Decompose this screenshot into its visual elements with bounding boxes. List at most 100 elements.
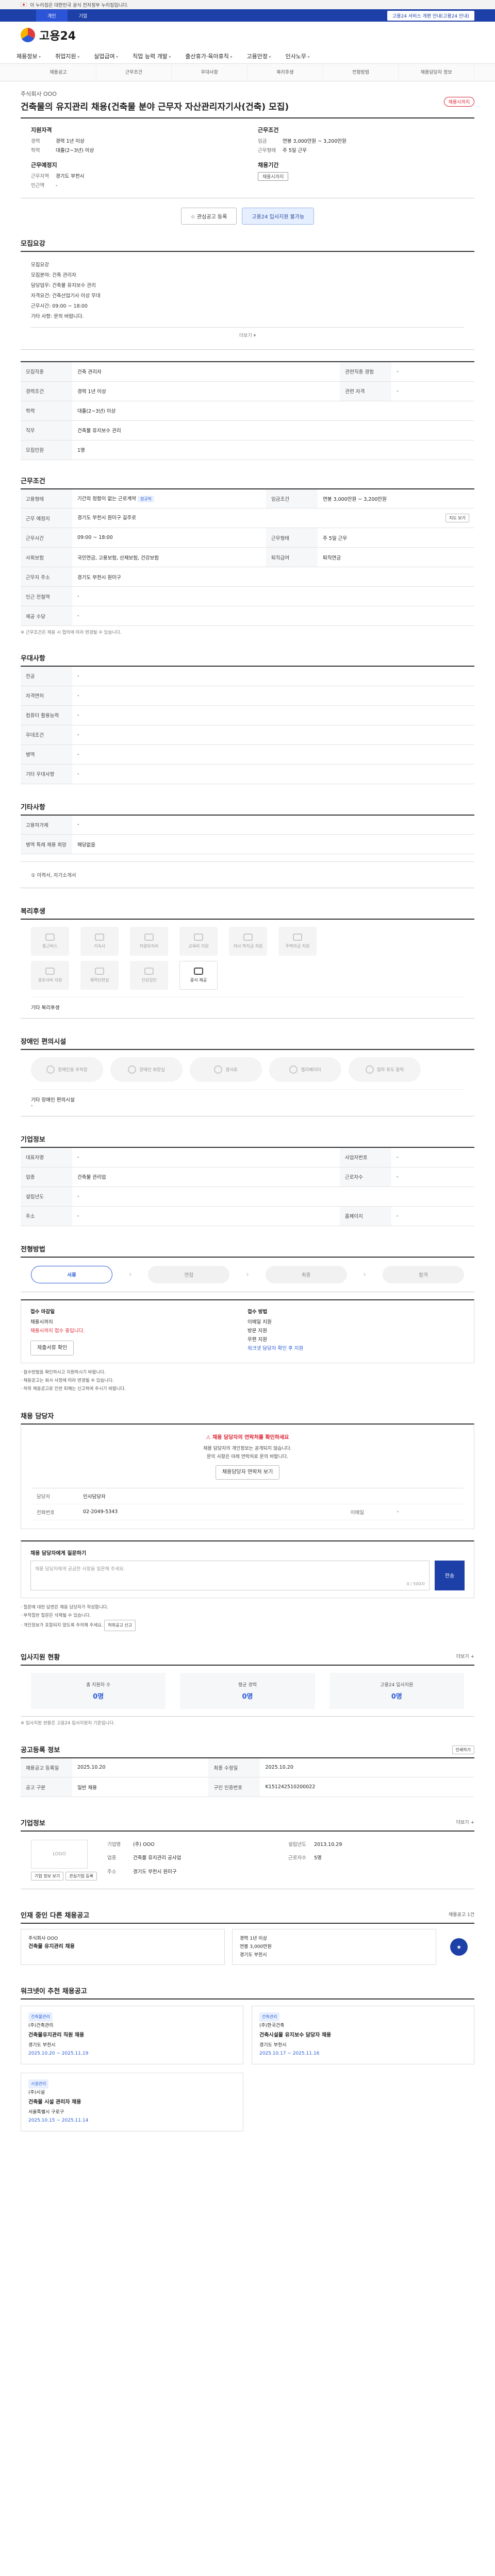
table-cell: - — [72, 815, 474, 835]
table-header-cell: 우대조건 — [21, 725, 72, 745]
job-card-company: 주식회사 OOO — [28, 1936, 58, 1941]
nav-item[interactable]: 취업지원 — [55, 52, 79, 60]
table-cell-text: 기간의 정함이 없는 근로계약 — [77, 496, 136, 502]
more-link[interactable]: 더보기 + — [456, 1653, 474, 1659]
table-row: 제공 수당 - — [21, 606, 474, 626]
table-cell: - — [72, 586, 474, 606]
more-link[interactable]: 더보기 + — [456, 1819, 474, 1825]
anchor-tab[interactable]: 채용공고 — [21, 64, 96, 81]
bullet-item: · 채용공고는 회사 사정에 따라 변경될 수 있습니다. — [21, 1378, 114, 1383]
company-follow-button[interactable]: 관심기업 등록 — [65, 1872, 97, 1880]
welfare-item: 주택자금 지원 — [278, 927, 317, 956]
map-button[interactable]: 지도 보기 — [446, 514, 469, 522]
expand-toggle[interactable]: 더보기 ▾ — [31, 327, 464, 341]
section-title: 기타사항 — [21, 803, 45, 811]
tab-company[interactable]: 기업 — [79, 12, 88, 19]
section-title: 공고등록 정보 — [21, 1746, 60, 1754]
work-table: 고용형태 기간의 정함이 없는 근로계약 정규직 임금조건 연봉 3,000만원 ~ 3… — [21, 488, 474, 626]
inquiry-bullets: · 질문에 대한 답변은 채용 담당자가 작성합니다. · 부적절한 질문은 삭… — [21, 1603, 474, 1631]
table-cell: - — [72, 764, 474, 784]
job-title: 건축물의 유지관리 채용(건축물 분야 근무자 자산관리자기사(건축) 모집) — [21, 102, 289, 112]
table-cell: 인사담당자 — [78, 1488, 345, 1504]
card-tag: 건축물관리 — [28, 2012, 53, 2022]
bullet-item: · 부적절한 질문은 삭제될 수 있습니다. — [21, 1613, 91, 1618]
job-card[interactable]: 주식회사 OOO 건축물 유지관리 채용 — [21, 1929, 225, 1965]
table-header-cell: 대표자명 — [21, 1147, 72, 1167]
send-button[interactable]: 전송 — [435, 1560, 465, 1590]
company-info-button[interactable]: 기업 정보 보기 — [31, 1872, 64, 1880]
education-icon — [194, 934, 203, 941]
goyong24-logo-icon[interactable] — [21, 28, 35, 42]
action-buttons: ☆ 관심공고 등록 고용24 입사지원 불가능 — [21, 208, 474, 225]
table-cell: - — [72, 1147, 340, 1167]
star-icon[interactable]: ★ — [450, 1938, 468, 1956]
apply-info-box: 접수 마감일 채용시까지 채용시까지 접수 중입니다. 제출서류 확인 접수 방… — [21, 1299, 474, 1363]
service-notice[interactable]: 고용24 서비스 개편 안내(고용24 안내) — [387, 11, 474, 21]
table-cell: 경력 1년 이상 — [72, 381, 340, 401]
disabled-label: 엘리베이터 — [301, 1067, 321, 1073]
logo-text[interactable]: 고용24 — [39, 27, 76, 43]
nav-item[interactable]: 출산휴가·육아휴직 — [185, 52, 232, 60]
anchor-tab[interactable]: 채용담당자 정보 — [399, 64, 475, 81]
co-value: 경기도 부천시 원미구 — [133, 1869, 177, 1875]
anchor-tab[interactable]: 근무조건 — [96, 64, 172, 81]
apply-method-link[interactable]: 워크넷 담당자 확인 후 지원 — [248, 1344, 465, 1353]
recruit-table-section: 모집직종 건축 관리자 관련직종 경험 - 경력조건 경력 1년 이상 관련 자격 - 학력… — [21, 361, 474, 460]
anchor-tab[interactable]: 복리후생 — [248, 64, 323, 81]
apply-button[interactable]: 고용24 입사지원 불가능 — [242, 208, 315, 225]
company-name[interactable]: 주식회사 OOO — [21, 90, 474, 98]
recruit-line: 담당업무: 건축물 유지보수 관리 — [31, 283, 96, 289]
job-card-row: 경력 1년 이상 — [240, 1936, 267, 1941]
manager-table: 담당자 인사담당자 전화번호 02-2049-5343 이메일 - — [31, 1487, 464, 1520]
save-interest-button[interactable]: ☆ 관심공고 등록 — [180, 208, 237, 225]
nav-item[interactable]: 고용안정 — [246, 52, 271, 60]
table-header-cell: 모집인원 — [21, 440, 72, 460]
welfare-label: 중식 제공 — [190, 978, 207, 982]
welfare-label: 차량유지비 — [139, 944, 159, 948]
kv-key: 인근역 — [31, 183, 45, 189]
co-key: 주소 — [107, 1869, 117, 1875]
manager-section: 채용 담당자 ⚠ 채용 담당자의 연락처를 확인하세요 채용 담당자의 개인정보… — [21, 1411, 474, 1529]
job-card-title: 건축물 유지관리 채용 — [28, 1944, 75, 1950]
stats-box: 총 지원자 수 0명 평균 경력 0명 고용24 입사지원 0명 — [21, 1664, 474, 1717]
stat-label: 총 지원자 수 — [86, 1682, 111, 1688]
anchor-tab[interactable]: 우대사항 — [172, 64, 248, 81]
apply-method-col: 접수 방법 이메일 지원 방문 지원 우편 지원 워크넷 담당자 확인 후 지원 — [248, 1308, 465, 1355]
recruit-table: 모집직종 건축 관리자 관련직종 경험 - 경력조건 경력 1년 이상 관련 자격 - 학력… — [21, 361, 474, 460]
bullet-item: · 접수방법을 확인하시고 지원하시기 바랍니다. — [21, 1369, 106, 1375]
inquiry-textarea[interactable]: 채용 담당자에게 궁금한 사항을 질문해 주세요. 0 / 500자 — [30, 1560, 430, 1590]
company-section: 기업정보 더보기 + LOGO 기업 정보 보기 관심기업 등록 기업명 (주) O… — [21, 1818, 474, 1889]
same-company-count: 채용공고 1건 — [449, 1912, 474, 1918]
recommend-card[interactable]: 건축관리 (주)한국건축 건축시설물 유지보수 담당자 채용 경기도 부천시 2… — [252, 2006, 474, 2064]
table-row: 근무시간 09:00 ~ 18:00 근무형태 주 5일 근무 — [21, 528, 474, 548]
recommend-card[interactable]: 건축물관리 (주)건축관리 건축물유지관리 직원 채용 경기도 부천시 2025… — [21, 2006, 243, 2064]
print-button[interactable]: 인쇄하기 — [452, 1745, 474, 1754]
co-key: 기업명 — [107, 1842, 121, 1848]
manager-center-text: 채용 담당자의 개인정보는 공개되지 않습니다. 문의 사항은 아래 연락처로 … — [31, 1445, 464, 1480]
step-item: 면접 — [148, 1265, 230, 1283]
inquiry-box: 채용 담당자에게 질문하기 채용 담당자에게 궁금한 사항을 질문해 주세요. … — [21, 1540, 474, 1598]
show-contact-button[interactable]: 채용담당자 연락처 보기 — [215, 1465, 280, 1480]
kv-key: 근무지역 — [31, 174, 49, 179]
section-title: 기업정보 — [21, 1820, 45, 1827]
step-item: 최종 — [265, 1265, 347, 1283]
company-logo-wrap: LOGO 기업 정보 보기 관심기업 등록 — [31, 1840, 97, 1880]
table-row: 자격면허 - — [21, 686, 474, 706]
welfare-label: 주택자금 지원 — [285, 944, 310, 948]
kv-value: 연봉 3,000만원 ~ 3,200만원 — [283, 139, 346, 144]
kv-value: - — [56, 183, 58, 189]
card-company: (주)시설 — [28, 2090, 45, 2095]
table-header-cell: 제공 수당 — [21, 606, 72, 626]
report-button[interactable]: 허위공고 신고 — [104, 1619, 136, 1631]
nav-item[interactable]: 인사노무 — [286, 52, 310, 60]
documents-check-button[interactable]: 제출서류 확인 — [30, 1340, 74, 1355]
recommend-card[interactable]: 시설관리 (주)시설 건축물 시설 관리자 채용 서울특별시 구로구 2025.… — [21, 2073, 243, 2131]
table-row: 병역 - — [21, 744, 474, 765]
anchor-tab[interactable]: 전형방법 — [323, 64, 399, 81]
nav-item[interactable]: 직업 능력 개발 — [133, 52, 171, 60]
nav-item[interactable]: 채용정보 — [16, 52, 41, 60]
table-row: 고용형태 기간의 정함이 없는 근로계약 정규직 임금조건 연봉 3,000만원 ~ 3… — [21, 488, 474, 509]
nav-item[interactable]: 실업급여 — [94, 52, 118, 60]
tab-personal[interactable]: 개인 — [36, 9, 68, 22]
table-header-cell: 근로자수 — [339, 1167, 391, 1187]
